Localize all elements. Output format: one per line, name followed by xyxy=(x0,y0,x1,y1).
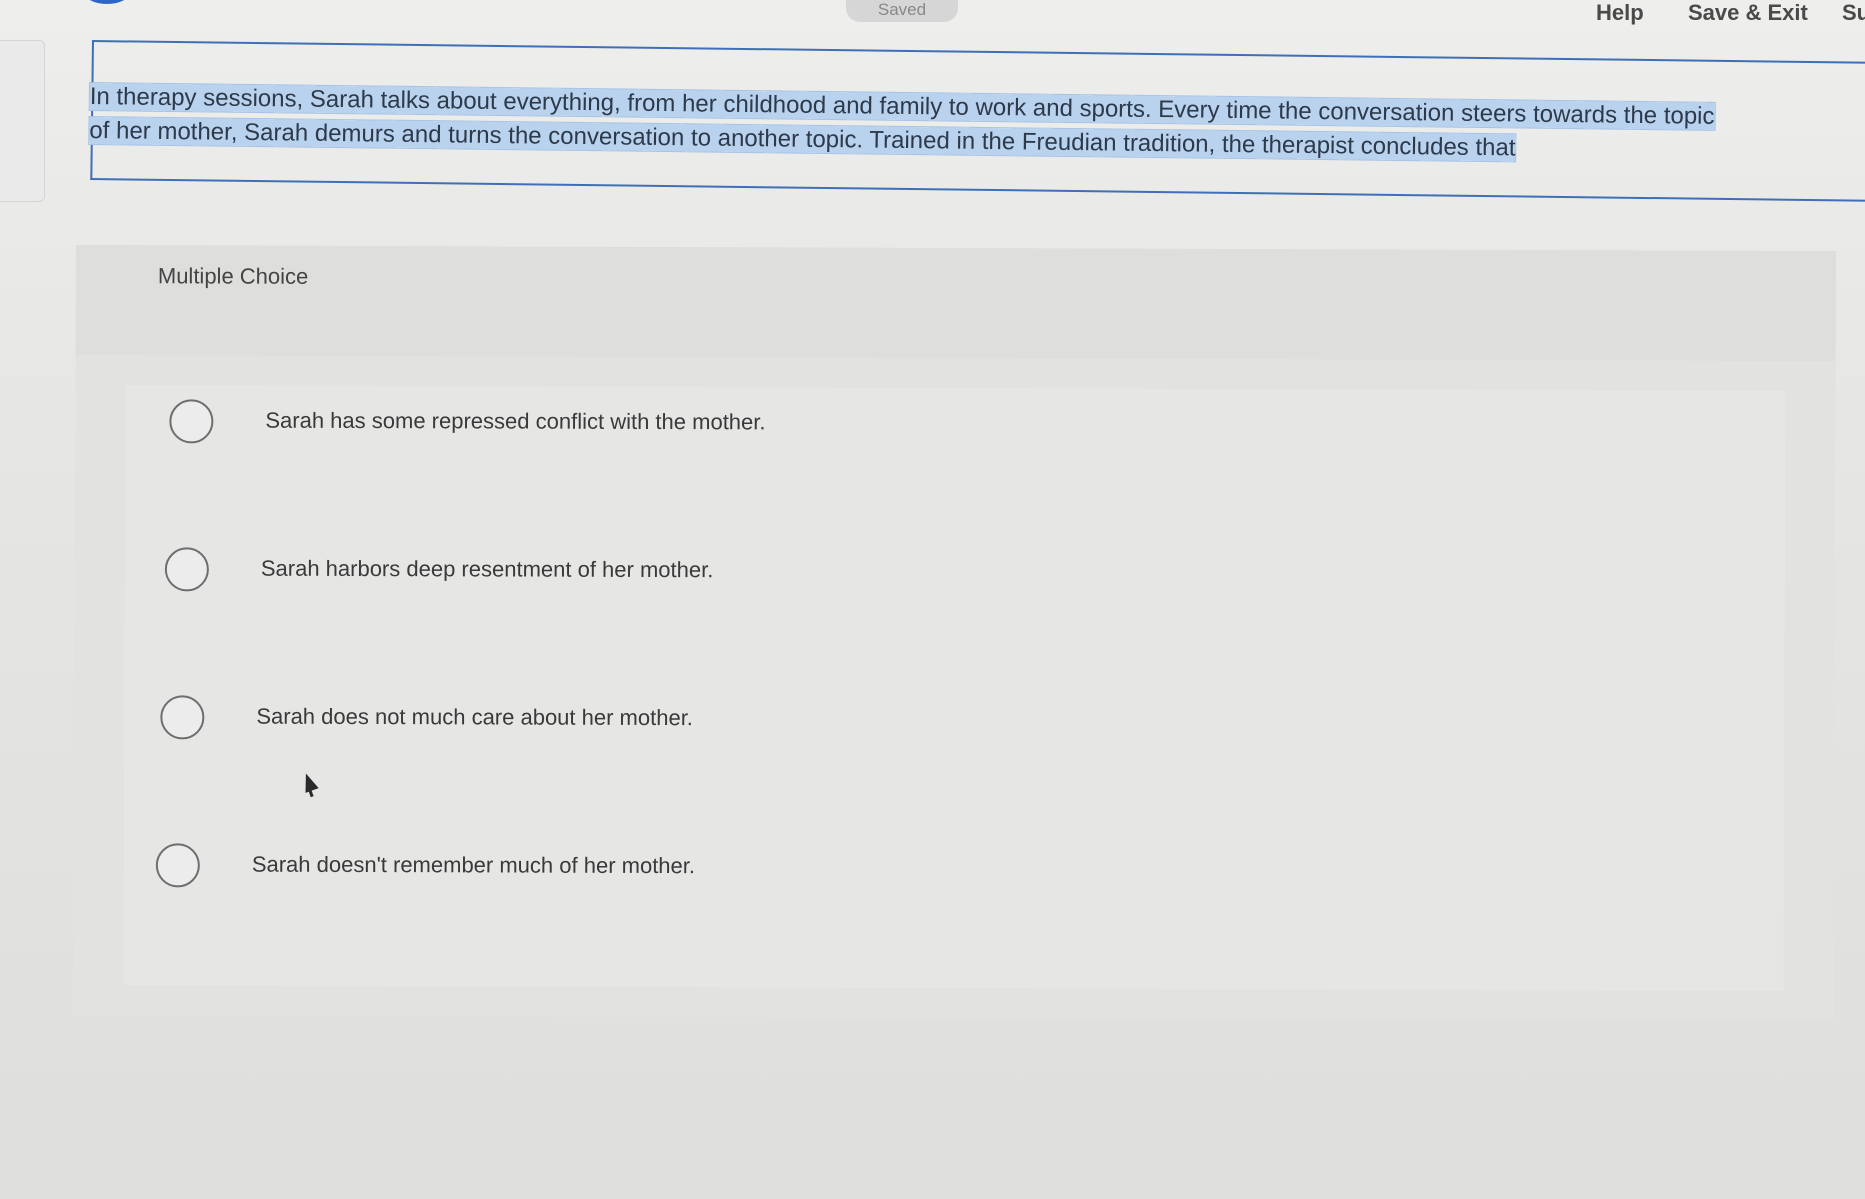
saved-status-badge: Saved xyxy=(846,0,958,22)
option-1-label[interactable]: Sarah has some repressed conflict with t… xyxy=(265,408,765,436)
question-type-label: Multiple Choice xyxy=(157,263,309,289)
left-side-panel xyxy=(0,40,45,202)
submit-link[interactable]: Su xyxy=(1842,0,1865,26)
option-4-radio[interactable] xyxy=(155,843,200,888)
option-3-label[interactable]: Sarah does not much care about her mothe… xyxy=(256,704,693,732)
help-link[interactable]: Help xyxy=(1596,0,1644,26)
option-4[interactable]: Sarah doesn't remember much of her mothe… xyxy=(155,843,1356,907)
option-2[interactable]: Sarah harbors deep resentment of her mot… xyxy=(164,547,1365,611)
option-3-radio[interactable] xyxy=(160,695,205,740)
option-1-radio[interactable] xyxy=(169,399,214,444)
option-3[interactable]: Sarah does not much care about her mothe… xyxy=(160,695,1360,759)
option-2-label[interactable]: Sarah harbors deep resentment of her mot… xyxy=(261,556,714,584)
multiple-choice-card: Multiple Choice Sarah has some repressed… xyxy=(73,245,1836,1022)
option-4-label[interactable]: Sarah doesn't remember much of her mothe… xyxy=(252,852,695,880)
option-1[interactable]: Sarah has some repressed conflict with t… xyxy=(169,399,1369,463)
option-2-radio[interactable] xyxy=(164,547,209,592)
save-exit-link[interactable]: Save & Exit xyxy=(1688,0,1808,26)
multiple-choice-header: Multiple Choice xyxy=(75,245,1836,362)
